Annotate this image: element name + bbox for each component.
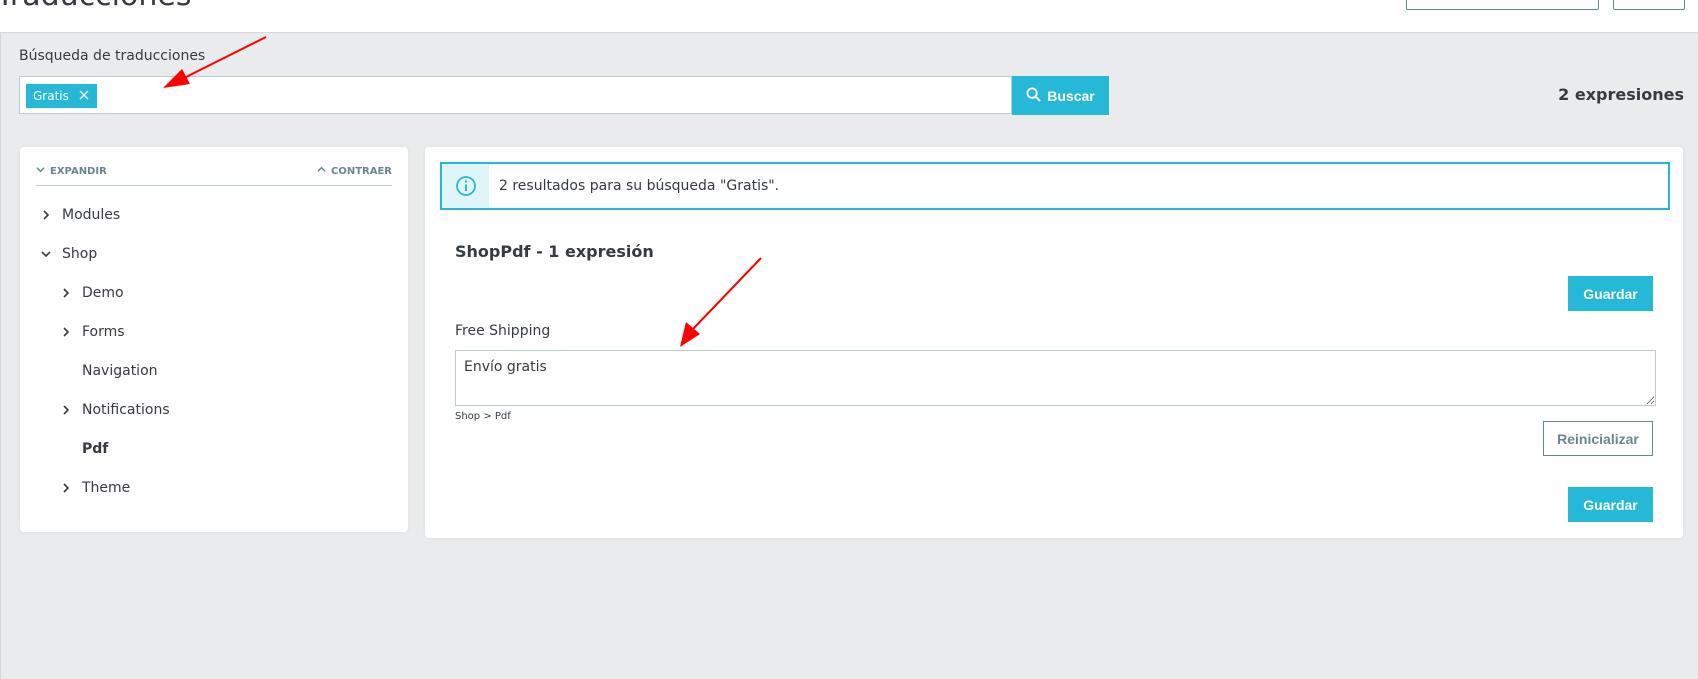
tree-item-label: Pdf <box>82 441 109 457</box>
translations-content-panel: 2 resultados para su búsqueda "Gratis". … <box>425 147 1683 538</box>
chevron-right-icon <box>40 209 52 221</box>
alert-message: 2 resultados para su búsqueda "Gratis". <box>499 178 780 194</box>
chevron-down-icon <box>40 248 52 260</box>
search-button[interactable]: Buscar <box>1012 76 1109 115</box>
tree-item-navigation[interactable]: Navigation <box>60 363 158 379</box>
tree-item-label: Demo <box>82 285 124 301</box>
tree-item-theme[interactable]: Theme <box>60 480 130 496</box>
sidebar-edge <box>0 32 1 679</box>
tree-controls: EXPANDIR CONTRAER <box>36 165 392 186</box>
tree-item-pdf[interactable]: Pdf <box>60 441 108 457</box>
section-title: ShopPdf - 1 expresión <box>455 242 654 261</box>
collapse-all-label: CONTRAER <box>330 165 392 177</box>
tree-item-label: Shop <box>62 246 98 262</box>
tree-item-demo[interactable]: Demo <box>60 285 124 301</box>
remove-tag-icon[interactable] <box>79 89 89 103</box>
tree-item-forms[interactable]: Forms <box>60 324 125 340</box>
reset-button[interactable]: Reinicializar <box>1543 421 1653 456</box>
header-action-button[interactable] <box>1406 0 1599 10</box>
search-results-alert: 2 resultados para su búsqueda "Gratis". <box>440 162 1670 210</box>
translation-textarea[interactable]: Envío gratis <box>455 350 1656 406</box>
search-label: Búsqueda de traducciones <box>19 48 206 64</box>
expressions-count: 2 expresiones <box>1558 85 1684 104</box>
tree-item-label: Modules <box>62 207 121 223</box>
search-button-label: Buscar <box>1047 87 1095 104</box>
save-button-bottom[interactable]: Guardar <box>1568 487 1653 522</box>
chevron-right-icon <box>60 482 72 494</box>
search-tag-label: Gratis <box>33 89 69 103</box>
search-input[interactable]: Gratis <box>19 76 1012 114</box>
expand-all-button[interactable]: EXPANDIR <box>36 165 107 177</box>
page-header: Traducciones <box>0 0 1698 33</box>
translation-source-label: Free Shipping <box>455 323 551 339</box>
tree-item-label: Notifications <box>82 402 170 418</box>
chevron-right-icon <box>60 404 72 416</box>
chevron-right-icon <box>60 287 72 299</box>
expand-all-label: EXPANDIR <box>50 165 107 177</box>
search-tag: Gratis <box>26 84 97 108</box>
chevron-down-icon <box>36 165 45 177</box>
tree-item-notifications[interactable]: Notifications <box>60 402 170 418</box>
page-title: Traducciones <box>0 0 191 13</box>
chevron-right-icon <box>60 326 72 338</box>
info-icon <box>442 164 489 208</box>
tree-item-shop[interactable]: Shop <box>40 246 97 262</box>
translation-tree-panel: EXPANDIR CONTRAER Modules Shop Demo Form… <box>20 147 408 532</box>
tree-item-label: Navigation <box>82 363 158 379</box>
collapse-all-button[interactable]: CONTRAER <box>317 165 392 177</box>
header-help-button[interactable] <box>1613 0 1685 10</box>
search-icon <box>1026 86 1042 105</box>
save-button-top[interactable]: Guardar <box>1568 276 1653 311</box>
tree-item-label: Forms <box>82 324 125 340</box>
tree-item-label: Theme <box>82 480 131 496</box>
tree-item-modules[interactable]: Modules <box>40 207 120 223</box>
chevron-up-icon <box>317 165 326 177</box>
translation-domain-path: Shop > Pdf <box>455 411 511 422</box>
